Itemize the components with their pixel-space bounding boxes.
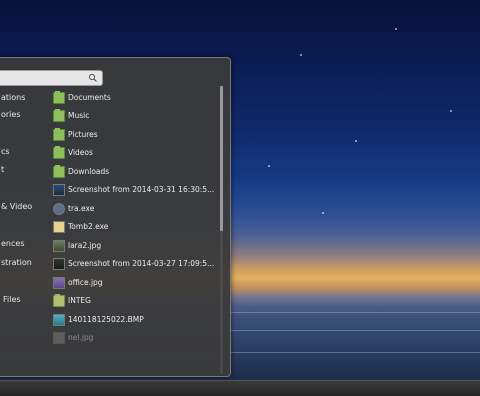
item-label: office.jpg [68,278,103,287]
screenshot-file-icon [53,184,65,196]
item-label: 140118125022.BMP [68,315,144,324]
scrollbar[interactable] [220,86,223,374]
image-file-icon [53,240,65,252]
star [268,165,270,167]
search-input[interactable] [0,70,103,86]
item-label: Downloads [68,167,110,176]
place-videos[interactable]: Videos [53,145,208,163]
category-graphics[interactable]: cs [1,147,10,156]
image-file-icon [53,314,65,326]
recent-file-screenshot-2[interactable]: Screenshot from 2014-03-27 17:09:5... [53,256,214,274]
category-sound-video[interactable]: & Video [1,202,32,211]
image-file-icon [53,277,65,289]
image-file-icon [53,332,65,344]
place-documents[interactable]: Documents [53,90,208,108]
item-label: tra.exe [68,204,95,213]
place-music[interactable]: Music [53,108,208,126]
scrollbar-thumb[interactable] [220,86,223,231]
folder-icon [53,294,65,307]
item-label: Tomb2.exe [68,222,109,231]
exe-file-icon [53,221,65,233]
star [395,28,397,30]
recent-file-tomb2-exe[interactable]: Tomb2.exe [53,219,208,237]
folder-pictures-icon [53,128,65,141]
item-label: lara2.jpg [68,241,102,250]
item-label: Screenshot from 2014-03-27 17:09:5... [68,259,215,268]
search-icon [88,73,97,82]
item-label: Pictures [68,130,98,139]
place-pictures[interactable]: Pictures [53,127,208,145]
folder-downloads-icon [53,165,65,178]
item-label: nel.jpg [68,333,94,342]
recent-file-bmp[interactable]: 140118125022.BMP [53,312,208,330]
bottom-panel[interactable] [0,380,480,396]
recent-file-screenshot-1[interactable]: Screenshot from 2014-03-31 16:30:5... [53,182,214,200]
place-downloads[interactable]: Downloads [53,164,208,182]
category-internet[interactable]: t [1,165,4,174]
star [450,110,452,112]
exe-file-icon [53,203,65,215]
recent-file-lara2-jpg[interactable]: lara2.jpg [53,238,208,256]
item-label: Videos [68,148,93,157]
item-label: Documents [68,93,111,102]
recent-file-office-jpg[interactable]: office.jpg [53,275,208,293]
category-applications[interactable]: ations [1,93,25,102]
category-accessories[interactable]: ories [1,110,21,119]
star [355,140,357,142]
star [300,54,302,56]
category-recent-files[interactable]: Files [3,295,21,304]
item-label: INTEG [68,296,91,305]
folder-music-icon [53,109,65,122]
recent-file-tra-exe[interactable]: tra.exe [53,201,208,219]
category-administration[interactable]: stration [1,258,32,267]
recent-folder-integ[interactable]: INTEG [53,293,208,311]
recent-file-nel-jpg[interactable]: nel.jpg [53,330,208,348]
item-label: Screenshot from 2014-03-31 16:30:5... [68,185,215,194]
application-menu: ations ories cs t & Video ences stration… [0,57,231,377]
item-label: Music [68,111,90,120]
screenshot-file-icon [53,258,65,270]
folder-videos-icon [53,146,65,159]
star [322,212,324,214]
folder-documents-icon [53,91,65,104]
category-preferences[interactable]: ences [1,239,24,248]
